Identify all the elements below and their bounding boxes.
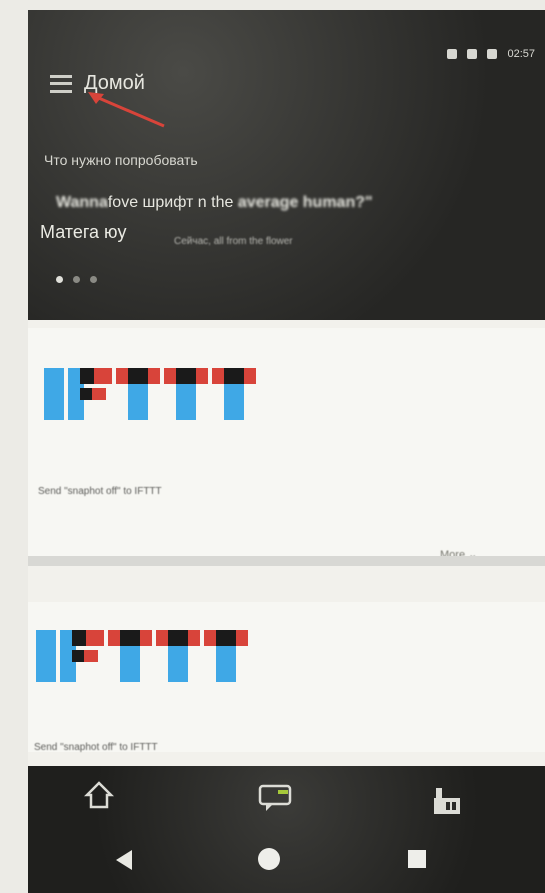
hero-headline[interactable]: Wannafove шрифт n the average human?" (56, 194, 373, 212)
home-icon[interactable] (84, 780, 114, 810)
headline-part-3: average human?" (237, 194, 373, 211)
hero-caption: Сейчас, all from the flower (174, 236, 293, 247)
hero-line-2: Матега юу (40, 222, 127, 242)
applet-card[interactable]: Send "snaphot off" to IFTTT (28, 328, 545, 558)
carousel-dot[interactable] (73, 276, 80, 283)
menu-icon[interactable] (50, 74, 72, 93)
system-home-icon[interactable] (258, 848, 280, 870)
wifi-icon (447, 49, 458, 59)
applet-card[interactable]: Send "snaphot off" to IFTTT (28, 602, 545, 753)
status-time: 02:57 (507, 48, 535, 60)
logo-letter-t (204, 630, 248, 682)
bottom-navigation (28, 766, 545, 893)
hero-card[interactable]: 02:57 Домой Что нужно попробовать Wannaf… (28, 10, 545, 320)
headline-part-1: Wanna (56, 194, 108, 211)
recent-apps-icon[interactable] (408, 850, 426, 868)
logo-letter-t (164, 368, 208, 420)
chat-icon[interactable] (258, 784, 292, 812)
profile-icon[interactable] (432, 786, 462, 816)
logo-letter-i (36, 630, 56, 682)
logo-letter-t (156, 630, 200, 682)
ifttt-logo (44, 368, 256, 420)
logo-letter-t (212, 368, 256, 420)
phone-screen: 02:57 Домой Что нужно попробовать Wannaf… (28, 10, 545, 893)
card-divider (28, 556, 545, 566)
status-bar: 02:57 (447, 48, 535, 60)
logo-letter-t (108, 630, 152, 682)
headline-part-2: fove шрифт n the (107, 194, 238, 211)
back-icon[interactable] (116, 850, 132, 870)
logo-letter-t (116, 368, 160, 420)
carousel-dot[interactable] (90, 276, 97, 283)
card-description: Send "snaphot off" to IFTTT (34, 742, 158, 753)
section-subtitle: Что нужно попробовать (44, 152, 198, 168)
annotation-arrow-icon (88, 92, 165, 128)
logo-letter-i (44, 368, 64, 420)
logo-letter-f (68, 368, 112, 420)
ifttt-logo (36, 630, 248, 682)
carousel-dot[interactable] (56, 276, 63, 283)
signal-icon (467, 49, 478, 59)
carousel-indicator (56, 276, 97, 283)
logo-letter-f (60, 630, 104, 682)
card-description: Send "snaphot off" to IFTTT (38, 486, 162, 497)
battery-icon (487, 49, 498, 59)
